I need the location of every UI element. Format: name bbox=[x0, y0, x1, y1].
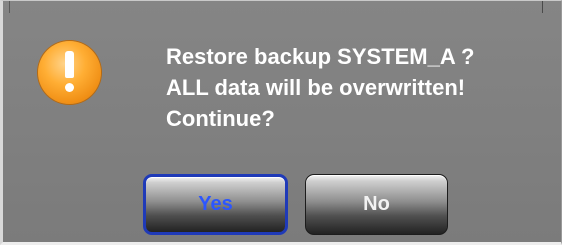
message-line-3: Continue? bbox=[166, 106, 275, 131]
message-line-2: ALL data will be overwritten! bbox=[166, 75, 466, 100]
yes-button-label: Yes bbox=[198, 193, 233, 215]
exclamation-bar bbox=[65, 51, 74, 78]
warning-exclamation-icon bbox=[38, 41, 101, 104]
message-line-1: Restore backup SYSTEM_A ? bbox=[166, 44, 475, 69]
yes-button[interactable]: Yes bbox=[143, 174, 288, 235]
window-edge-divider bbox=[3, 1, 10, 13]
no-button-label: No bbox=[363, 193, 390, 215]
restore-backup-dialog: Restore backup SYSTEM_A ? ALL data will … bbox=[0, 0, 562, 245]
exclamation-dot bbox=[65, 83, 74, 92]
no-button[interactable]: No bbox=[305, 174, 448, 235]
window-edge-divider-right bbox=[542, 1, 543, 13]
dialog-message: Restore backup SYSTEM_A ? ALL data will … bbox=[166, 41, 556, 134]
